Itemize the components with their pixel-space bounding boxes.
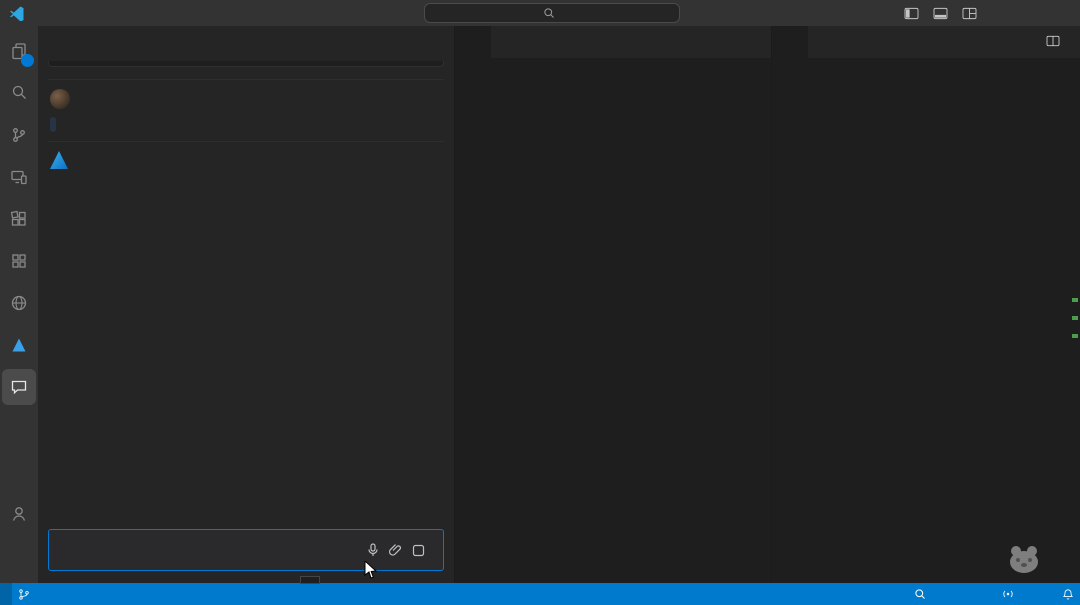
status-bar bbox=[0, 583, 1080, 605]
remote-explorer-button[interactable] bbox=[2, 156, 36, 198]
breadcrumb bbox=[772, 58, 1080, 80]
toggle-panel-icon[interactable] bbox=[926, 7, 955, 20]
user-message bbox=[48, 79, 444, 141]
broadcast-icon bbox=[1002, 588, 1014, 600]
customize-layout-icon[interactable] bbox=[955, 7, 984, 20]
zoom-status[interactable] bbox=[908, 583, 932, 605]
search-icon bbox=[543, 7, 555, 19]
indentation[interactable] bbox=[944, 583, 956, 605]
bell-icon bbox=[1062, 588, 1074, 601]
menu-bar bbox=[6, 5, 48, 21]
files-explorer-button[interactable] bbox=[2, 30, 36, 72]
chat-panel-header bbox=[38, 26, 454, 61]
editor-group-2 bbox=[772, 26, 1080, 583]
files-badge bbox=[21, 54, 34, 67]
branch-icon bbox=[18, 588, 30, 601]
chat-panel bbox=[38, 26, 455, 583]
branch-status[interactable] bbox=[12, 583, 40, 605]
minimize-button[interactable] bbox=[984, 0, 1014, 26]
settings-button[interactable] bbox=[2, 535, 36, 577]
chat-button[interactable] bbox=[2, 369, 36, 405]
split-editor-icon[interactable] bbox=[1046, 35, 1060, 50]
language-mode[interactable] bbox=[980, 583, 996, 605]
encoding[interactable] bbox=[956, 583, 968, 605]
mic-icon[interactable] bbox=[366, 543, 380, 557]
assistant-message bbox=[48, 141, 444, 188]
toggle-sidebar-icon[interactable] bbox=[897, 7, 926, 20]
command-center-search[interactable] bbox=[424, 3, 680, 23]
mouse-cursor bbox=[364, 561, 378, 586]
activity-bar bbox=[0, 26, 38, 583]
tasks-status[interactable] bbox=[64, 583, 80, 605]
watermark bbox=[1004, 543, 1054, 575]
menu-more[interactable] bbox=[32, 11, 48, 15]
chat-input[interactable] bbox=[48, 529, 444, 571]
eol-sequence[interactable] bbox=[968, 583, 980, 605]
cursor-position[interactable] bbox=[932, 583, 944, 605]
go-live-button[interactable] bbox=[996, 583, 1024, 605]
attach-icon[interactable] bbox=[389, 543, 403, 557]
globe-icon bbox=[9, 293, 29, 313]
remote-indicator[interactable] bbox=[0, 583, 12, 605]
problems-status[interactable] bbox=[40, 583, 64, 605]
tab-bar bbox=[455, 26, 771, 58]
lightning-status[interactable] bbox=[80, 583, 96, 605]
account-button[interactable] bbox=[2, 493, 36, 535]
send-button[interactable] bbox=[412, 544, 425, 557]
restore-button[interactable] bbox=[1014, 0, 1044, 26]
notifications-bell[interactable] bbox=[1056, 583, 1080, 605]
azure-button[interactable] bbox=[2, 324, 36, 366]
extensions-button[interactable] bbox=[2, 198, 36, 240]
source-control-button[interactable] bbox=[2, 114, 36, 156]
azure-avatar-icon bbox=[50, 151, 68, 169]
watermark-logo-icon bbox=[1004, 543, 1044, 575]
tab-validationhelper-js[interactable] bbox=[455, 26, 491, 58]
spell-checker-status[interactable] bbox=[1024, 583, 1040, 605]
editor-group-1 bbox=[455, 26, 772, 583]
code-editor-validationhelper-test[interactable] bbox=[772, 80, 1080, 583]
azure-mention[interactable] bbox=[50, 117, 56, 132]
overview-ruler-mark bbox=[1072, 298, 1078, 302]
components-button[interactable] bbox=[2, 240, 36, 282]
user-avatar bbox=[50, 89, 70, 109]
code-editor-validationhelper[interactable] bbox=[455, 80, 771, 583]
browser-preview-button[interactable] bbox=[2, 282, 36, 324]
close-button[interactable] bbox=[1044, 0, 1074, 26]
account-icon bbox=[9, 504, 29, 524]
vscode-logo-icon bbox=[6, 5, 28, 21]
tab-bar bbox=[772, 26, 1080, 58]
title-bar bbox=[0, 0, 1080, 26]
breadcrumb bbox=[455, 58, 771, 80]
overview-ruler-mark bbox=[1072, 316, 1078, 320]
search-button[interactable] bbox=[2, 72, 36, 114]
vscode-window bbox=[0, 0, 1080, 605]
chat-messages[interactable] bbox=[38, 61, 454, 523]
azure-icon bbox=[9, 335, 29, 355]
editor-area bbox=[455, 26, 1080, 583]
search-icon bbox=[9, 83, 29, 103]
search-icon bbox=[914, 588, 926, 600]
voice-chat-tooltip bbox=[300, 576, 320, 584]
overview-ruler-mark bbox=[1072, 334, 1078, 338]
prettier-status[interactable] bbox=[1040, 583, 1056, 605]
tab-validationhelper-test-js[interactable] bbox=[772, 26, 808, 58]
chat-icon bbox=[9, 377, 29, 397]
chat-code-block bbox=[48, 61, 444, 67]
